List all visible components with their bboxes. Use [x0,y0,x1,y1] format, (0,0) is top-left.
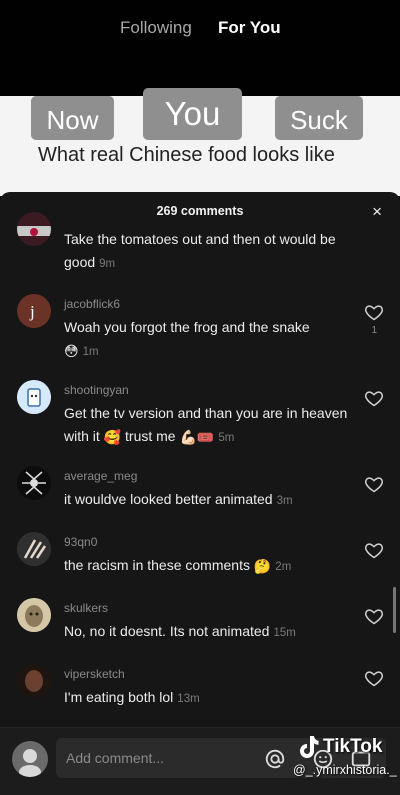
meme-word-you: You [143,88,242,140]
comment-username[interactable]: jacobflick6 [64,297,120,311]
meme-word-now: Now [31,96,114,140]
like-count: 1 [371,325,377,336]
avatar[interactable] [17,466,51,500]
avatar[interactable]: j [17,294,51,328]
comment-time: 2m [275,561,292,573]
comments-panel: 269 comments × Take the tomatoes out and… [0,192,400,795]
scrollbar-thumb[interactable] [393,587,396,633]
at-icon[interactable] [264,748,286,770]
heart-icon[interactable] [364,302,384,322]
comment-text: Woah you forgot the frog and the snake 😳… [64,316,354,364]
avatar[interactable] [17,598,51,632]
comment-username[interactable]: vipersketch [64,667,125,681]
comment-username[interactable]: 93qn0 [64,535,97,549]
comment-time: 1m [82,346,99,358]
comment-username[interactable]: average_meg [64,469,137,483]
comment-text: No, no it doesnt. Its not animated 15m [64,623,296,639]
video-caption: What real Chinese food looks like [38,144,335,166]
comment-composer: TikTok @_.ymirxhistoria._ [0,727,400,795]
tiktok-watermark: TikTok [323,736,383,757]
comment-username[interactable]: shootingyan [64,383,129,397]
comment-time: 9m [99,258,116,270]
avatar [12,741,48,777]
avatar[interactable] [17,664,51,698]
avatar[interactable] [17,212,51,246]
flushed-face-icon: 😳 [64,342,79,359]
smiling-hearts-icon: 🥰 [103,428,122,445]
close-comments-button[interactable]: × [372,202,382,222]
comment-time: 3m [276,495,293,507]
watermark-handle: @_.ymirxhistoria._ [293,763,397,777]
comment-text: the racism in these comments 🤔 2m [64,554,354,579]
svg-text:j: j [29,302,35,321]
heart-icon[interactable] [364,668,384,688]
heart-icon[interactable] [364,474,384,494]
heart-icon[interactable] [364,606,384,626]
heart-icon[interactable] [364,540,384,560]
tab-for-you[interactable]: For You [218,18,281,38]
avatar[interactable] [17,380,51,414]
comment-time: 13m [177,693,200,705]
avatar[interactable] [17,532,51,566]
tab-following[interactable]: Following [120,18,192,38]
comment-username[interactable]: skulkers [64,601,108,615]
comment-text: I'm eating both lol 13m [64,689,200,705]
comment-text: it wouldve looked better animated 3m [64,491,293,507]
top-nav: Following For You [0,0,400,96]
comments-count: 269 comments [156,204,244,218]
tiktok-logo-icon [300,736,319,758]
comment-text: Take the tomatoes out and then ot would … [64,231,336,270]
comment-text: Get the tv version and than you are in h… [64,402,354,450]
heart-icon[interactable] [364,388,384,408]
meme-word-suck: Suck [275,96,363,140]
video-preview[interactable]: Now You Suck What real Chinese food look… [0,88,400,196]
comment-time: 15m [273,627,296,639]
flexed-biceps-icon: 💪🏻🎟️ [179,428,215,445]
comment-time: 5m [218,432,235,444]
thinking-face-icon: 🤔 [253,557,272,574]
